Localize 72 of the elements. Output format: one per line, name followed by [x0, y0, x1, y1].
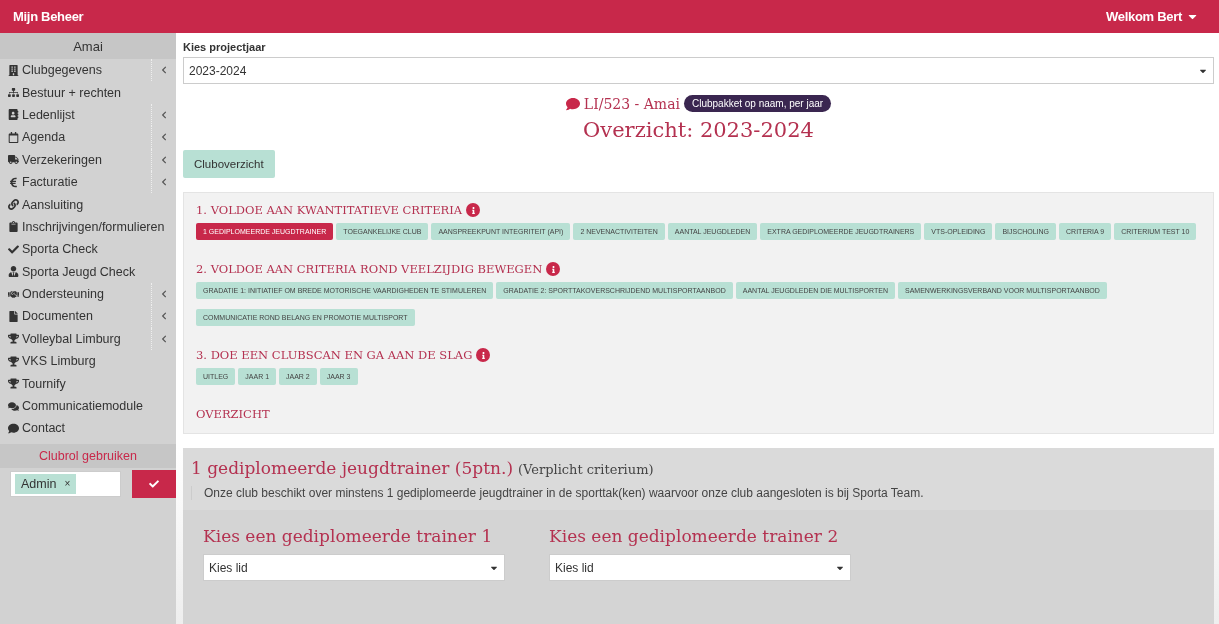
sidebar-item[interactable]: Volleybal Limburg	[0, 327, 176, 351]
remove-button[interactable]: ×	[64, 478, 71, 490]
user-menu[interactable]: Welkom Bert	[1106, 9, 1199, 24]
club-code: LI/523 - Amai	[583, 95, 680, 112]
sidebar-item[interactable]: VKS Limburg	[0, 350, 176, 373]
person-icon	[8, 266, 19, 278]
sidebar-item[interactable]: Sporta Jeugd Check	[0, 260, 176, 283]
page-title: Overzicht: 2023-2024	[582, 118, 815, 142]
chat-bubble-icon	[565, 96, 580, 111]
sidebar-item[interactable]: Documenten	[0, 305, 176, 328]
info-icon[interactable]	[466, 203, 481, 217]
calendar-icon	[8, 131, 19, 143]
section-title[interactable]: OVERZICHT	[196, 407, 270, 421]
sidebar-item[interactable]: Clubgegevens	[0, 59, 176, 82]
clipboard-icon	[8, 221, 19, 233]
info-icon[interactable]	[476, 348, 491, 362]
chevron-left-icon	[151, 148, 168, 171]
info-icon[interactable]	[546, 262, 561, 276]
chevron-left-icon	[151, 103, 168, 127]
chevron-left-icon	[151, 305, 168, 328]
package-badge: Clubpakket op naam, per jaar	[683, 95, 832, 112]
criterion-title: 1 gediplomeerde jeugdtrainer (5ptn.)	[191, 458, 513, 478]
brand-title[interactable]: Mijn Beheer	[13, 9, 84, 24]
trainer-select[interactable]: Kies lid	[549, 554, 851, 581]
picker-label: Kies een gediplomeerde trainer 1	[203, 526, 494, 546]
sidebar-item[interactable]: Ledenlijst	[0, 103, 176, 127]
check-icon	[8, 243, 19, 255]
check-icon	[149, 478, 159, 489]
section-title: 1. VOLDOE AAN KWANTITATIEVE CRITERIA	[196, 203, 463, 217]
chat-bubble-icon	[8, 422, 19, 434]
trophy-icon	[8, 355, 19, 367]
euro-icon	[8, 176, 19, 188]
link-icon	[8, 199, 19, 211]
file-icon	[8, 311, 19, 322]
sidebar-item[interactable]: Aansluiting	[0, 193, 176, 216]
sidebar-item[interactable]: Verzekeringen	[0, 148, 176, 171]
sidebar-item[interactable]: Sporta Check	[0, 238, 176, 261]
sitemap-icon	[8, 87, 19, 99]
truck-icon	[8, 154, 19, 166]
trophy-icon	[8, 378, 19, 390]
section-title: 2. VOLDOE AAN CRITERIA ROND VEELZIJDIG BEWEGEN	[196, 262, 543, 276]
contact-book-icon	[8, 109, 19, 121]
club-name: Amai	[0, 33, 176, 59]
trainer-select[interactable]: Kies lid	[203, 554, 505, 581]
field-label: Kies projectjaar	[183, 41, 267, 53]
sidebar-item[interactable]: Agenda	[0, 126, 176, 149]
picker-label: Kies een gediplomeerde trainer 2	[549, 526, 840, 546]
building-icon	[8, 64, 19, 76]
sidebar-item[interactable]: Contact	[0, 417, 176, 440]
confirm-button[interactable]	[132, 469, 176, 498]
section-title: 3. DOE EEN CLUBSCAN EN GA AAN DE SLAG	[196, 348, 473, 362]
criterion-note: (Verplicht criterium)	[518, 462, 654, 477]
trophy-icon	[8, 333, 19, 345]
sidebar-item[interactable]: Communicatiemodule	[0, 394, 176, 418]
chevron-left-icon	[151, 327, 168, 351]
role-field[interactable]: Admin ×	[10, 470, 121, 497]
chevron-left-icon	[151, 59, 168, 82]
chevron-left-icon	[151, 126, 168, 149]
role-tag: Admin ×	[15, 473, 77, 494]
year-select[interactable]: 2023-2024	[183, 57, 1214, 84]
role-heading: Clubrol gebruiken	[0, 443, 176, 468]
chevron-left-icon	[151, 282, 168, 306]
sidebar-item[interactable]: Tournify	[0, 372, 176, 395]
chat-bubbles-icon	[8, 400, 19, 412]
sidebar-item[interactable]: Ondersteuning	[0, 282, 176, 306]
sidebar-item[interactable]: Inschrijvingen/formulieren	[0, 215, 176, 239]
sidebar-item[interactable]: Bestuur + rechten	[0, 81, 176, 104]
handshake-icon	[8, 288, 19, 300]
sidebar-item[interactable]: Facturatie	[0, 170, 176, 194]
overview-button[interactable]: Cluboverzicht	[183, 150, 275, 178]
chevron-left-icon	[151, 170, 168, 194]
criterion-description: Onze club beschikt over minstens 1 gediplomeerde jeugdtrainer in de sporttak(ken) waarvoor onze club aangesloten is bij Sporta Team.	[191, 486, 1206, 500]
